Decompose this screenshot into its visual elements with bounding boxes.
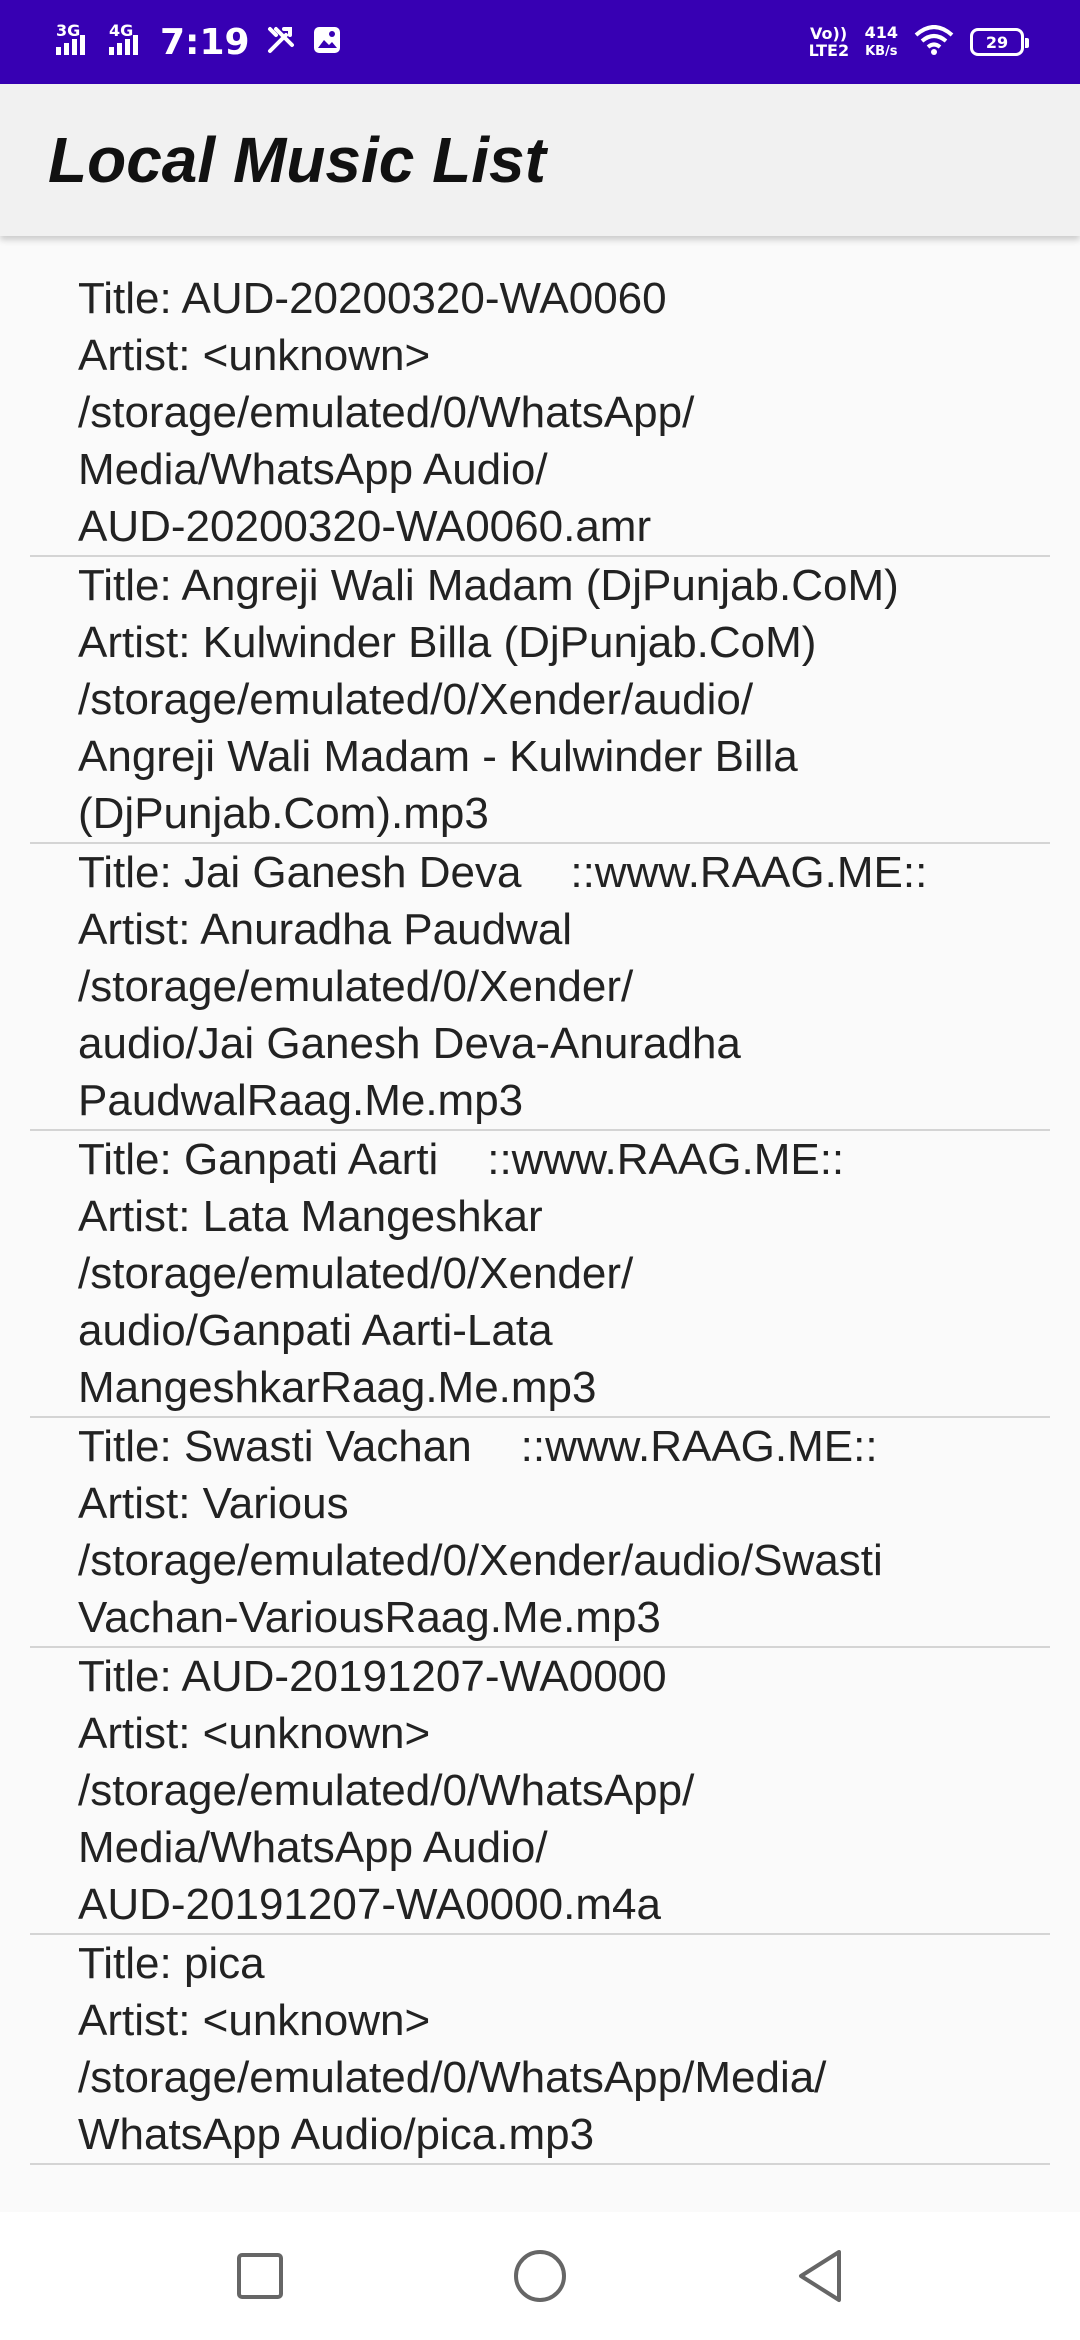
music-list[interactable]: Title: AUD-20200320-WA0060 Artist: <unkno… (0, 236, 1080, 2178)
list-item[interactable]: Title: Swasti Vachan ::www.RAAG.ME:: Arti… (30, 1418, 1050, 1648)
song-path-line: /storage/emulated/0/WhatsApp/ (78, 388, 695, 437)
song-title: Title: AUD-20200320-WA0060 (78, 274, 667, 323)
song-path-line: /storage/emulated/0/WhatsApp/Media/ (78, 2053, 827, 2102)
network-speed-value: 414 (864, 23, 898, 42)
song-path-line: (DjPunjab.Com).mp3 (78, 789, 489, 838)
song-path-line: AUD-20200320-WA0060.amr (78, 502, 652, 551)
list-item[interactable]: Title: Ganpati Aarti ::www.RAAG.ME:: Arti… (30, 1131, 1050, 1418)
song-path-line: Vachan-VariousRaag.Me.mp3 (78, 1593, 661, 1642)
recents-button[interactable] (215, 2231, 305, 2321)
status-bar-left: 3G 4G 7:19 (56, 21, 342, 63)
network-speed: 414 KB/s (865, 24, 898, 60)
song-artist: Artist: Lata Mangeshkar (78, 1192, 543, 1241)
wifi-icon (914, 25, 954, 59)
volte-icon: Vo)) LTE2 (808, 24, 850, 60)
song-path-line: MangeshkarRaag.Me.mp3 (78, 1363, 597, 1412)
song-artist: Artist: Anuradha Paudwal (78, 905, 573, 954)
song-path-line: WhatsApp Audio/pica.mp3 (78, 2110, 595, 2159)
song-path-line: /storage/emulated/0/Xender/ (78, 1249, 634, 1298)
song-path-line: /storage/emulated/0/Xender/ (78, 962, 634, 1011)
song-path-line: PaudwalRaag.Me.mp3 (78, 1076, 524, 1125)
song-artist: Artist: Various (78, 1479, 349, 1528)
battery-icon: 29 (970, 28, 1029, 56)
page-title: Local Music List (48, 124, 546, 196)
list-item[interactable]: Title: Jai Ganesh Deva ::www.RAAG.ME:: Ar… (30, 844, 1050, 1131)
song-artist: Artist: <unknown> (78, 1709, 431, 1758)
song-path-line: AUD-20191207-WA0000.m4a (78, 1880, 661, 1929)
network-speed-unit: KB/s (865, 44, 898, 59)
signal-3g-icon: 3G (56, 21, 85, 55)
song-path-line: /storage/emulated/0/WhatsApp/ (78, 1766, 695, 1815)
song-title: Title: Ganpati Aarti ::www.RAAG.ME:: (78, 1135, 845, 1184)
song-path-line: /storage/emulated/0/Xender/audio/ (78, 675, 754, 724)
song-title: Title: AUD-20191207-WA0000 (78, 1652, 667, 1701)
navigation-bar (0, 2212, 1080, 2340)
song-path-line: Media/WhatsApp Audio/ (78, 1823, 548, 1872)
song-artist: Artist: Kulwinder Billa (DjPunjab.CoM) (78, 618, 817, 667)
battery-level: 29 (985, 32, 1009, 52)
home-button[interactable] (495, 2231, 585, 2321)
app-bar: Local Music List (0, 84, 1080, 236)
song-path-line: audio/Ganpati Aarti-Lata (78, 1306, 553, 1355)
song-artist: Artist: <unknown> (78, 1996, 431, 2045)
list-item[interactable]: Title: AUD-20191207-WA0000 Artist: <unkno… (30, 1648, 1050, 1935)
square-icon (237, 2253, 283, 2299)
song-path-line: audio/Jai Ganesh Deva-Anuradha (78, 1019, 741, 1068)
signal-4g-icon: 4G (109, 21, 138, 55)
status-bar-right: Vo)) LTE2 414 KB/s 29 (808, 24, 1029, 60)
status-bar: 3G 4G 7:19 Vo)) LTE2 414 KB/s 29 (0, 0, 1080, 84)
network-type-1: 3G (56, 21, 81, 40)
song-path-line: Media/WhatsApp Audio/ (78, 445, 548, 494)
list-item[interactable]: Title: Angreji Wali Madam (DjPunjab.CoM)… (30, 557, 1050, 844)
song-title: Title: Jai Ganesh Deva ::www.RAAG.ME:: (78, 848, 928, 897)
clock: 7:19 (160, 21, 250, 63)
back-button[interactable] (775, 2231, 865, 2321)
song-title: Title: Swasti Vachan ::www.RAAG.ME:: (78, 1422, 878, 1471)
list-item[interactable]: Title: pica Artist: <unknown> /storage/emu… (30, 1935, 1050, 2165)
song-title: Title: pica (78, 1939, 265, 1988)
tools-icon (266, 25, 296, 59)
music-list-content: Title: AUD-20200320-WA0060 Artist: <unkno… (0, 236, 1080, 2165)
circle-icon (514, 2250, 566, 2302)
triangle-back-icon (799, 2250, 841, 2302)
list-item[interactable]: Title: AUD-20200320-WA0060 Artist: <unkno… (30, 270, 1050, 557)
song-path-line: Angreji Wali Madam - Kulwinder Billa (78, 732, 798, 781)
song-title: Title: Angreji Wali Madam (DjPunjab.CoM) (78, 561, 899, 610)
song-path-line: /storage/emulated/0/Xender/audio/Swasti (78, 1536, 883, 1585)
song-artist: Artist: <unknown> (78, 331, 431, 380)
image-notification-icon (312, 25, 342, 59)
network-type-2: 4G (109, 21, 134, 40)
